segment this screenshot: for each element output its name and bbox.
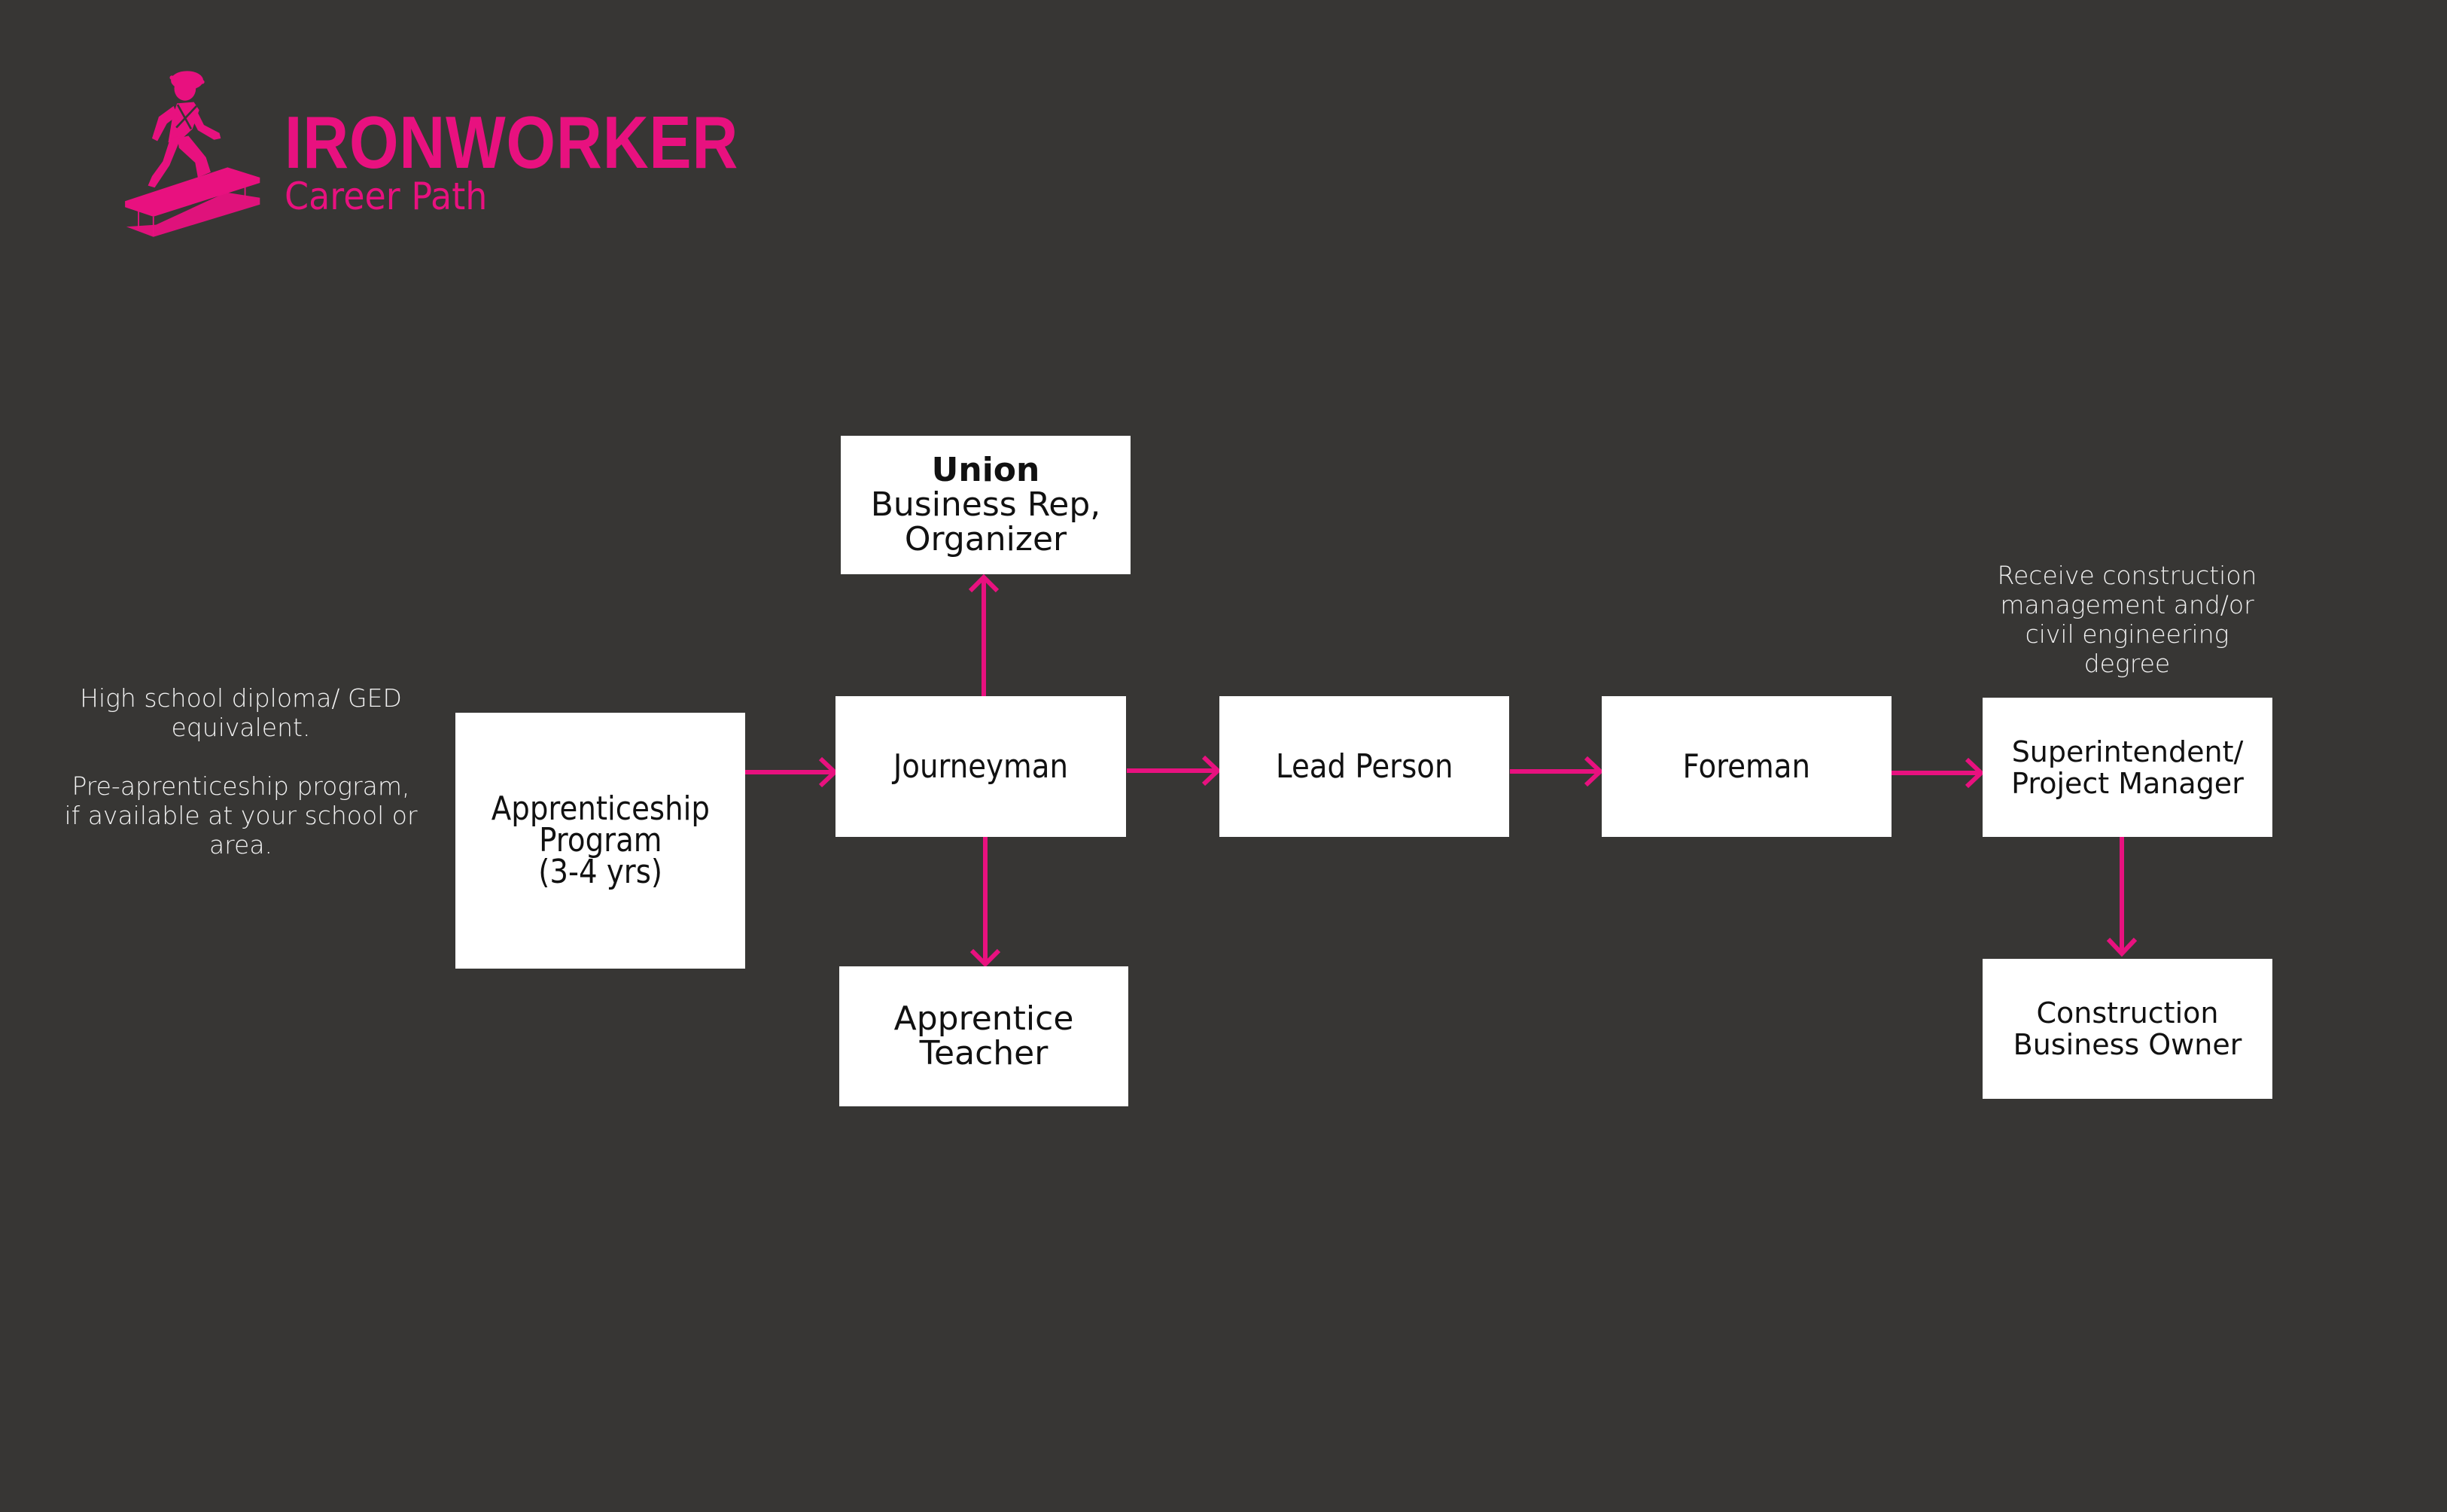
arrow-lead-person-to-foreman bbox=[1510, 756, 1604, 787]
node-union-business-rep: Union Business Rep, Organizer bbox=[841, 436, 1131, 574]
node-label-line: Program bbox=[538, 821, 662, 859]
entry-requirements-note: High school diploma/ GED equivalent. Pre… bbox=[64, 683, 418, 859]
arrow-journeyman-to-apprentice-teacher bbox=[969, 837, 1001, 968]
node-foreman: Foreman bbox=[1602, 696, 1892, 837]
node-label-line: Business Rep, bbox=[870, 485, 1101, 524]
node-apprenticeship-program: Apprenticeship Program (3-4 yrs) bbox=[455, 713, 745, 969]
node-label-line: Teacher bbox=[919, 1034, 1048, 1072]
ironworker-logo-icon bbox=[125, 71, 260, 237]
node-label-line: Business Owner bbox=[2013, 1028, 2242, 1061]
node-label-line: Apprenticeship bbox=[491, 789, 710, 828]
node-label-line: Superintendent/ bbox=[2011, 735, 2244, 768]
node-construction-business-owner: Construction Business Owner bbox=[1983, 959, 2272, 1099]
arrow-journeyman-to-lead-person bbox=[1127, 755, 1222, 786]
node-apprentice-teacher: Apprentice Teacher bbox=[839, 966, 1128, 1106]
arrow-apprenticeship-to-journeyman bbox=[745, 756, 838, 788]
page-title: IRONWORKER bbox=[285, 101, 739, 184]
degree-requirement-note: Receive construction management and/or c… bbox=[1997, 561, 2257, 678]
node-lead-person: Lead Person bbox=[1219, 696, 1509, 837]
node-label-line: Foreman bbox=[1682, 747, 1811, 786]
node-label-line: (3-4 yrs) bbox=[538, 853, 662, 891]
node-label-line: Journeyman bbox=[893, 747, 1069, 786]
node-journeyman: Journeyman bbox=[835, 696, 1126, 837]
arrow-superintendent-to-business-owner bbox=[2106, 837, 2138, 957]
node-label-line: Lead Person bbox=[1275, 747, 1453, 786]
node-heading: Union bbox=[931, 451, 1040, 489]
node-label-line: Project Manager bbox=[2011, 766, 2244, 800]
node-label-line: Organizer bbox=[904, 520, 1067, 558]
arrow-journeyman-to-union bbox=[968, 573, 1000, 696]
node-label-line: Apprentice bbox=[893, 999, 1074, 1038]
arrow-foreman-to-superintendent bbox=[1892, 757, 1985, 789]
node-label-line: Construction bbox=[2036, 996, 2219, 1030]
node-superintendent-project-manager: Superintendent/ Project Manager bbox=[1983, 698, 2272, 837]
page-subtitle: Career Path bbox=[285, 175, 488, 218]
